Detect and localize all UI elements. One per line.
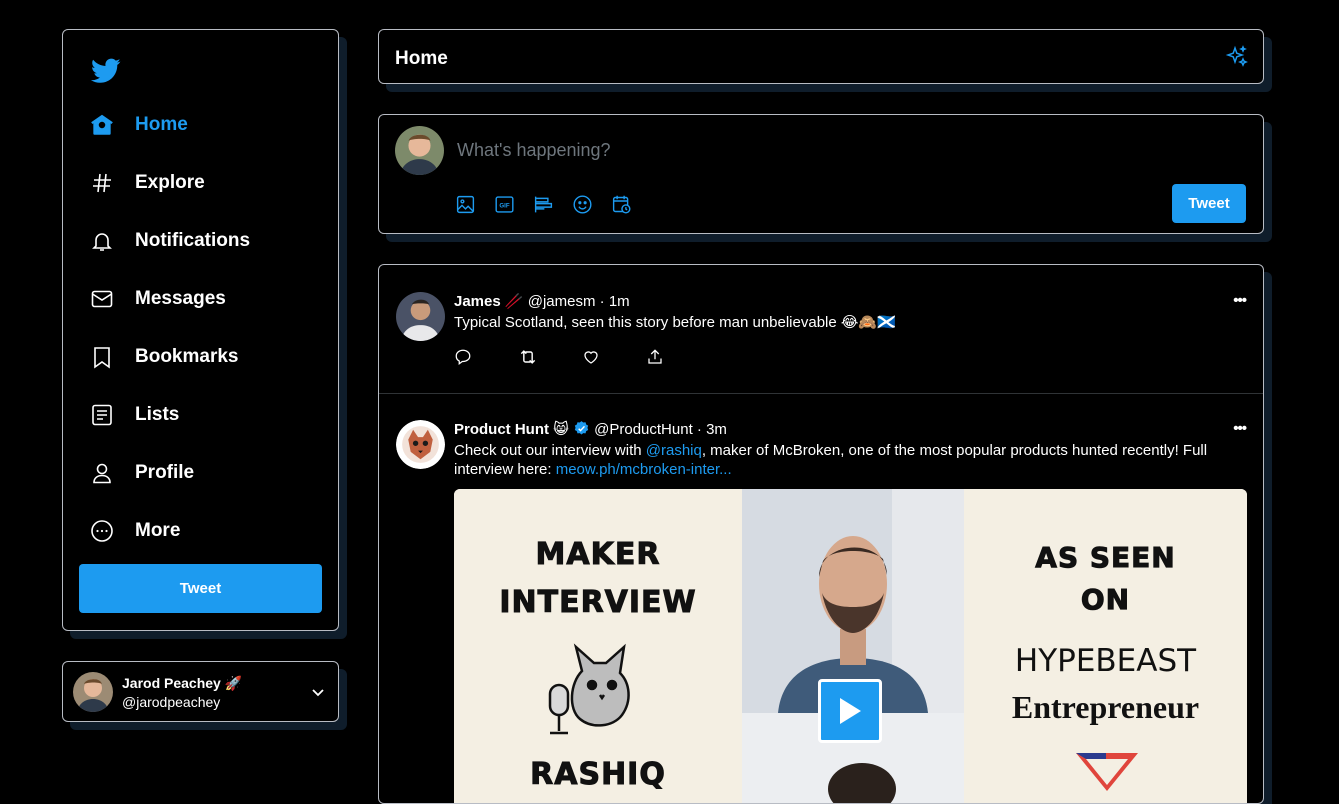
media-text: HYPEBEAST: [1014, 643, 1197, 679]
mention-link[interactable]: @rashiq: [646, 442, 702, 459]
tweet-composer: GIF Tweet: [378, 114, 1264, 234]
media-text: ON: [1080, 583, 1131, 617]
nav-label: Profile: [135, 462, 195, 483]
sidebar-tweet-button[interactable]: Tweet: [79, 564, 322, 613]
timeline-feed: James 🥢 @jamesm · 1m ••• Typical Scotlan…: [378, 264, 1264, 804]
nav-more[interactable]: More: [89, 513, 180, 549]
tweet-text-part: Check out our interview with: [454, 442, 646, 459]
triangle-logo-icon: [1072, 751, 1142, 796]
tweet-separator: ·: [696, 421, 702, 438]
tweet-author-name[interactable]: James 🥢: [454, 293, 524, 310]
bookmark-icon: [89, 344, 115, 370]
home-icon: [89, 112, 115, 138]
avatar: [395, 126, 444, 175]
tweet-handle[interactable]: @jamesm: [528, 293, 596, 310]
hashtag-icon: [89, 170, 115, 196]
verified-badge-icon: [573, 420, 590, 441]
tweet[interactable]: James 🥢 @jamesm · 1m ••• Typical Scotlan…: [379, 265, 1263, 393]
tweet-header: James 🥢 @jamesm · 1m: [454, 292, 630, 310]
media-text: INTERVIEW: [499, 585, 697, 621]
media-text: Entrepreneur: [1011, 689, 1200, 725]
sidebar-nav: Home Explore Notifications Messages Book…: [62, 29, 339, 631]
tweet-author-name[interactable]: Product Hunt 😸: [454, 421, 569, 438]
nav-label: Explore: [135, 172, 205, 193]
tweet-handle[interactable]: @ProductHunt: [594, 421, 693, 438]
nav-notifications[interactable]: Notifications: [89, 223, 250, 259]
share-icon[interactable]: [646, 347, 710, 367]
tweet-time[interactable]: 3m: [706, 421, 727, 438]
schedule-icon[interactable]: [610, 193, 633, 216]
avatar[interactable]: [396, 420, 445, 469]
compose-input[interactable]: [455, 139, 1159, 162]
like-icon[interactable]: [582, 347, 646, 367]
media-text: MAKER: [535, 537, 661, 573]
twitter-bird-icon[interactable]: [90, 58, 121, 84]
nav-profile[interactable]: Profile: [89, 455, 194, 491]
person-icon: [89, 460, 115, 486]
tweet-header: Product Hunt 😸 @ProductHunt · 3m: [454, 420, 727, 441]
nav-bookmarks[interactable]: Bookmarks: [89, 339, 239, 375]
tweet-actions: [454, 347, 710, 367]
media-text: RASHIQ: [530, 757, 666, 793]
play-button[interactable]: [818, 679, 882, 743]
nav-label: Lists: [135, 404, 180, 425]
nav-messages[interactable]: Messages: [89, 281, 226, 317]
url-link[interactable]: meow.ph/mcbroken-inter...: [556, 461, 732, 478]
nav-label: Notifications: [135, 230, 251, 251]
media-right-panel: AS SEEN ON HYPEBEAST Entrepreneur: [964, 489, 1247, 803]
envelope-icon: [89, 286, 115, 312]
tweet-text: Typical Scotland, seen this story before…: [454, 314, 896, 331]
emoji-icon[interactable]: [571, 193, 594, 216]
nav-label: Messages: [135, 288, 226, 309]
nav-lists[interactable]: Lists: [89, 397, 179, 433]
tweet-text: Check out our interview with @rashiq, ma…: [454, 441, 1223, 479]
composer-toolbar: GIF: [454, 193, 633, 216]
tweet-separator: ·: [599, 293, 605, 310]
media-text: AS SEEN: [1035, 541, 1176, 575]
image-icon[interactable]: [454, 193, 477, 216]
poll-icon[interactable]: [532, 193, 555, 216]
reply-icon[interactable]: [454, 347, 518, 367]
media-video-frame: [742, 489, 964, 803]
compose-tweet-button[interactable]: Tweet: [1172, 184, 1246, 223]
gif-icon[interactable]: GIF: [493, 193, 516, 216]
tweet-media-video[interactable]: MAKER INTERVIEW RASHIQ AS SEEN ON HYPEBE…: [454, 489, 1247, 803]
sparkle-icon[interactable]: [1225, 45, 1249, 74]
nav-label: Home: [135, 114, 188, 135]
account-name: Jarod Peachey 🚀: [122, 675, 243, 691]
cat-microphone-illustration: [542, 641, 648, 746]
tweet-time[interactable]: 1m: [609, 293, 630, 310]
svg-text:GIF: GIF: [499, 203, 509, 210]
avatar: [73, 672, 113, 712]
account-handle: @jarodpeachey: [122, 694, 221, 710]
tweet-more-button[interactable]: •••: [1233, 420, 1247, 437]
tweet-more-button[interactable]: •••: [1233, 292, 1247, 309]
media-left-panel: MAKER INTERVIEW RASHIQ: [454, 489, 742, 803]
list-icon: [89, 402, 115, 428]
nav-label: More: [135, 520, 181, 541]
account-switcher[interactable]: Jarod Peachey 🚀 @jarodpeachey: [62, 661, 339, 722]
timeline-header: Home: [378, 29, 1264, 84]
bell-icon: [89, 228, 115, 254]
retweet-icon[interactable]: [518, 347, 582, 367]
page-title: Home: [395, 48, 448, 69]
nav-explore[interactable]: Explore: [89, 165, 205, 201]
chevron-down-icon[interactable]: [310, 684, 326, 705]
avatar[interactable]: [396, 292, 445, 341]
more-circle-icon: [89, 518, 115, 544]
nav-label: Bookmarks: [135, 346, 239, 367]
nav-home[interactable]: Home: [89, 107, 188, 143]
